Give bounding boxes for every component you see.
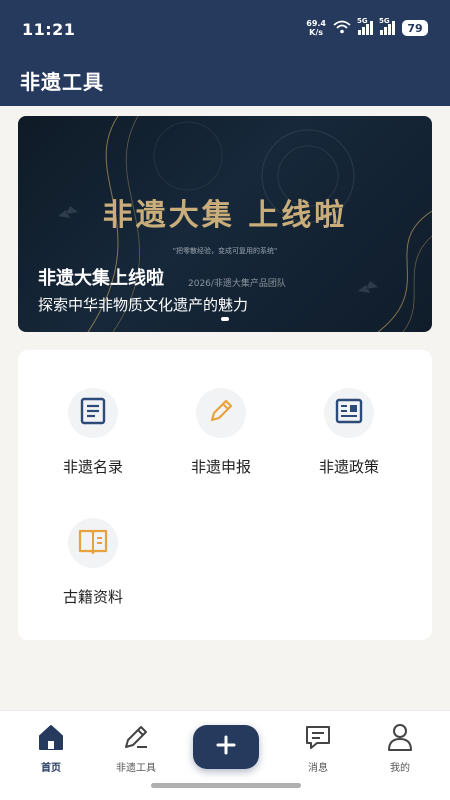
tool-label: 非遗申报 bbox=[190, 458, 251, 476]
nav-label: 首页 bbox=[41, 763, 61, 774]
status-time: 11:21 bbox=[22, 19, 76, 39]
document-list-icon bbox=[80, 397, 106, 429]
cellular-signal-1-icon: 5G bbox=[357, 17, 373, 35]
banner-tagline: "把零散经验，变成可复用的系统" bbox=[172, 247, 278, 255]
home-icon bbox=[37, 723, 65, 755]
banner-title: 非遗大集上线啦 bbox=[38, 268, 164, 289]
tool-icon-bg bbox=[324, 388, 374, 438]
nav-item-heritage-tools[interactable]: 非遗工具 bbox=[96, 723, 176, 783]
network-speed-value: 69.4 bbox=[306, 19, 326, 28]
nav-item-home[interactable]: 首页 bbox=[11, 723, 91, 783]
status-bar: 11:21 69.4 K/s 5G 5G 79 bbox=[0, 0, 450, 52]
pencil-icon bbox=[121, 722, 151, 756]
tool-icon-bg bbox=[196, 388, 246, 438]
tools-grid-card: 非遗名录 非遗申报 非遗政策 古籍资料 bbox=[18, 350, 432, 640]
network-speed: 69.4 K/s bbox=[306, 19, 326, 37]
policy-newspaper-icon bbox=[335, 397, 363, 429]
app-header: 11:21 69.4 K/s 5G 5G 79 非遗工具 bbox=[0, 0, 450, 106]
banner-carousel[interactable]: 非遗大集 上线啦 "把零散经验，变成可复用的系统" 2026/非遗大集产品团队 … bbox=[18, 116, 432, 332]
banner-description: 探索中华非物质文化遗产的魅力 bbox=[38, 296, 249, 314]
home-indicator-bar[interactable] bbox=[151, 783, 301, 788]
tool-item-heritage-policy[interactable]: 非遗政策 bbox=[294, 388, 404, 498]
pencil-icon bbox=[207, 397, 235, 429]
tool-label: 非遗政策 bbox=[318, 458, 379, 476]
plus-icon bbox=[216, 735, 236, 759]
tool-item-ancient-books[interactable]: 古籍资料 bbox=[38, 518, 148, 628]
open-book-icon bbox=[78, 527, 108, 559]
tool-icon-bg bbox=[68, 388, 118, 438]
user-icon bbox=[386, 722, 414, 756]
tool-icon-bg bbox=[68, 518, 118, 568]
battery-indicator: 79 bbox=[402, 20, 428, 36]
sim2-label: 5G bbox=[379, 17, 390, 25]
message-icon bbox=[304, 723, 332, 755]
banner-team-credit: 2026/非遗大集产品团队 bbox=[188, 279, 286, 289]
tool-label: 非遗名录 bbox=[62, 458, 123, 476]
wifi-icon bbox=[333, 19, 351, 38]
status-icons: 69.4 K/s 5G 5G 79 bbox=[306, 17, 428, 38]
add-button[interactable] bbox=[193, 725, 259, 769]
tool-item-heritage-list[interactable]: 非遗名录 bbox=[38, 388, 148, 498]
sim1-label: 5G bbox=[357, 17, 368, 25]
nav-label: 非遗工具 bbox=[116, 763, 156, 774]
carousel-indicator-dot[interactable] bbox=[221, 317, 229, 321]
tool-item-heritage-application[interactable]: 非遗申报 bbox=[166, 388, 276, 498]
nav-label: 消息 bbox=[308, 763, 328, 774]
page-title: 非遗工具 bbox=[20, 70, 104, 94]
network-speed-unit: K/s bbox=[309, 28, 324, 37]
banner-headline: 非遗大集 上线啦 bbox=[102, 198, 348, 233]
nav-item-messages[interactable]: 消息 bbox=[278, 723, 358, 783]
nav-item-profile[interactable]: 我的 bbox=[360, 723, 440, 783]
nav-label: 我的 bbox=[390, 763, 410, 774]
cellular-signal-2-icon: 5G bbox=[379, 17, 395, 35]
tool-label: 古籍资料 bbox=[62, 588, 123, 606]
